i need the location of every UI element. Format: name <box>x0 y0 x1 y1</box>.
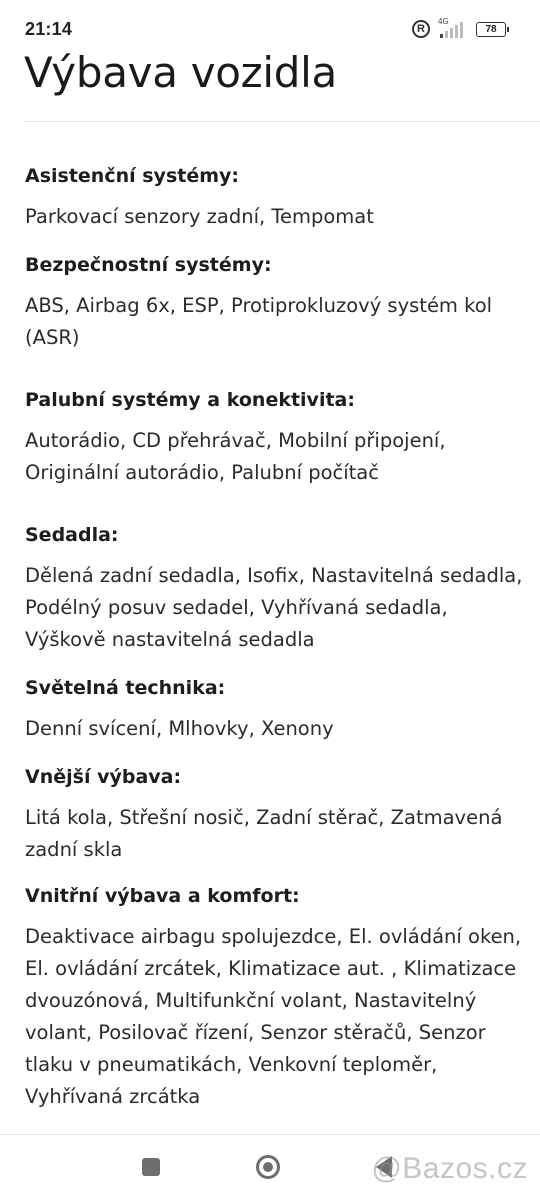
section-heading: Palubní systémy a konektivita: <box>25 389 355 411</box>
home-circle-icon[interactable] <box>256 1155 280 1179</box>
watermark: @Bazos.cz <box>371 1152 528 1185</box>
section-lighting: Světelná technika: Denní svícení, Mlhovk… <box>25 675 533 745</box>
section-heading: Vnitřní výbava a komfort: <box>25 885 300 907</box>
section-heading: Sedadla: <box>25 524 119 546</box>
section-heading: Asistenční systémy: <box>25 165 240 187</box>
section-interior-comfort: Vnitřní výbava a komfort: Deaktivace air… <box>25 883 533 1113</box>
section-heading: Světelná technika: <box>25 677 226 699</box>
section-value: Parkovací senzory zadní, Tempomat <box>25 205 374 228</box>
status-time: 21:14 <box>25 19 73 39</box>
header-divider <box>24 121 540 122</box>
page-title: Výbava vozidla <box>24 48 337 97</box>
recents-square-icon[interactable] <box>142 1158 160 1176</box>
section-exterior: Vnější výbava: Litá kola, Střešní nosič,… <box>25 764 533 866</box>
section-onboard-connectivity: Palubní systémy a konektivita: Autorádio… <box>25 387 533 489</box>
section-heading: Vnější výbava: <box>25 766 182 788</box>
section-value: Denní svícení, Mlhovky, Xenony <box>25 717 334 740</box>
section-heading: Bezpečnostní systémy: <box>25 254 272 276</box>
section-value: Deaktivace airbagu spolujezdce, El. ovlá… <box>25 925 522 1108</box>
registered-icon: R <box>412 20 430 38</box>
battery-icon: 78 <box>476 21 509 37</box>
section-assistance-systems: Asistenční systémy: Parkovací senzory za… <box>25 163 533 233</box>
section-seats: Sedadla: Dělená zadní sedadla, Isofix, N… <box>25 522 533 656</box>
status-bar: 21:14 R 4G 78 <box>0 0 540 44</box>
signal-icon: 4G <box>436 17 470 38</box>
status-icons: R 4G 78 <box>412 17 509 38</box>
section-value: Litá kola, Střešní nosič, Zadní stěrač, … <box>25 806 503 861</box>
section-value: ABS, Airbag 6x, ESP, Protiprokluzový sys… <box>25 294 493 349</box>
section-safety-systems: Bezpečnostní systémy: ABS, Airbag 6x, ES… <box>25 252 533 354</box>
section-value: Dělená zadní sedadla, Isofix, Nastavitel… <box>25 564 523 651</box>
section-value: Autorádio, CD přehrávač, Mobilní připoje… <box>25 429 446 484</box>
